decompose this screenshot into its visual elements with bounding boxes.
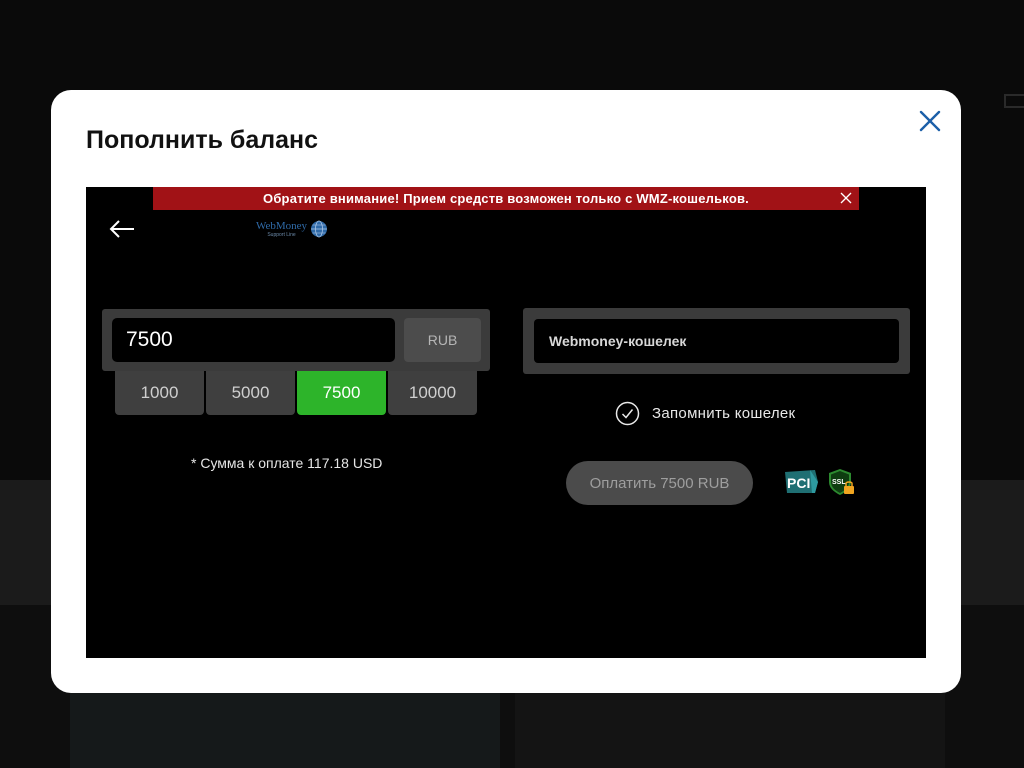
close-modal-button[interactable] [917, 108, 943, 134]
pci-badge: PCI [782, 469, 820, 500]
pci-badge-text: PCI [787, 475, 810, 491]
background-edge-element [1004, 94, 1024, 108]
close-icon [919, 110, 941, 132]
remember-wallet-label: Запомнить кошелек [652, 405, 796, 422]
ssl-shield-icon: SSL [829, 469, 854, 495]
globe-icon [311, 220, 328, 238]
ssl-badge: SSL [828, 468, 856, 501]
preset-amount-button[interactable]: 1000 [115, 371, 204, 415]
notice-text: Обратите внимание! Прием средств возможе… [263, 191, 749, 206]
webmoney-logo: WebMoney Support Line [256, 217, 328, 241]
top-up-modal: Пополнить баланс Обратите внимание! Прие… [51, 90, 961, 693]
pay-button[interactable]: Оплатить 7500 RUB [566, 461, 753, 505]
notice-close-button[interactable] [839, 191, 853, 205]
amount-field-group: RUB [102, 309, 490, 371]
wallet-input[interactable] [534, 319, 899, 363]
modal-title: Пополнить баланс [86, 126, 319, 154]
pci-shield-icon: PCI [785, 470, 818, 493]
payment-frame: Обратите внимание! Прием средств возможе… [86, 187, 926, 658]
amount-input[interactable] [112, 318, 395, 362]
background-card [70, 690, 500, 768]
preset-amount-button[interactable]: 10000 [388, 371, 477, 415]
notice-banner: Обратите внимание! Прием средств возможе… [153, 187, 859, 210]
preset-amount-button-selected[interactable]: 7500 [297, 371, 386, 415]
arrow-left-icon [109, 220, 134, 238]
close-icon [840, 192, 852, 204]
back-button[interactable] [108, 217, 136, 241]
logo-name: WebMoney [256, 219, 308, 232]
amount-presets: 1000 5000 7500 10000 [115, 371, 477, 415]
preset-amount-button[interactable]: 5000 [206, 371, 295, 415]
check-circle-icon [615, 401, 640, 426]
wallet-field-group [523, 308, 910, 374]
remember-wallet-checkbox[interactable]: Запомнить кошелек [615, 401, 795, 426]
payment-sum-note: * Сумма к оплате 117.18 USD [191, 455, 383, 471]
logo-subtitle: Support Line [267, 231, 296, 238]
ssl-badge-text: SSL [832, 479, 846, 486]
currency-selector[interactable]: RUB [404, 318, 481, 362]
background-card [515, 690, 945, 768]
